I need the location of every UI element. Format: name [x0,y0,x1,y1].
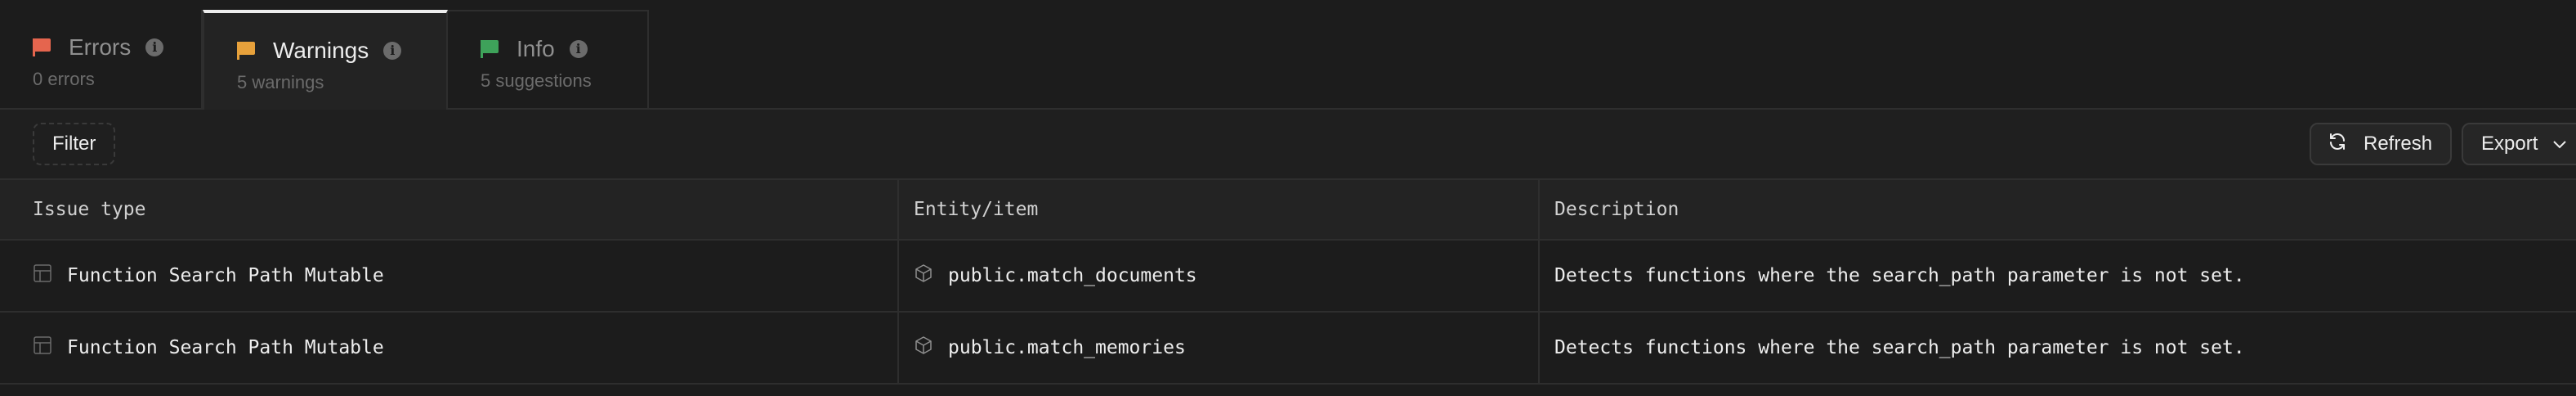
info-icon[interactable]: i [145,38,164,56]
chevron-down-icon [2552,133,2567,155]
issue-type-cell: Function Search Path Mutable [33,313,384,383]
tab-warnings-count: 5 warnings [237,72,324,92]
table-row[interactable]: Function Search Path Mutable public.matc… [0,313,2576,385]
tab-info-label: Info [517,36,555,61]
issue-type-cell: Function Search Path Mutable [33,241,384,311]
tab-info-count: 5 suggestions [481,70,592,91]
table-row[interactable]: Function Search Path Mutable public.matc… [0,241,2576,313]
tab-errors-label: Errors [69,34,132,60]
issues-table: Issue type Entity/item Description Funct… [0,180,2576,396]
issue-type-label: Function Search Path Mutable [67,265,384,286]
table-icon [33,263,52,288]
description-cell: Detects functions where the search_path … [1538,241,2245,311]
refresh-button[interactable]: Refresh [2310,123,2453,165]
tab-warnings[interactable]: Warnings i 5 warnings [203,10,448,111]
issue-type-label: Function Search Path Mutable [67,337,384,358]
export-label: Export [2481,133,2538,155]
red-flag-icon [33,38,51,56]
tab-errors-count: 0 errors [33,69,95,89]
info-icon[interactable]: i [569,40,588,58]
table-icon [33,335,52,360]
entity-cell: public.match_documents [897,241,1538,311]
advisor-tabs: Errors i 0 errors Warnings i 5 warnings … [0,0,2576,111]
cube-icon [914,335,933,360]
entity-label: public.match_documents [948,265,1197,286]
refresh-icon [2328,132,2347,157]
refresh-label: Refresh [2364,133,2433,155]
table-header-row: Issue type Entity/item Description [0,180,2576,241]
green-flag-icon [481,40,499,58]
cube-icon [914,263,933,288]
column-header-issue-type: Issue type [33,199,146,220]
description-cell: Detects functions where the search_path … [1538,313,2245,383]
entity-cell: public.match_memories [897,313,1538,383]
entity-label: public.match_memories [948,337,1186,358]
tab-errors[interactable]: Errors i 0 errors [0,10,203,110]
column-header-description: Description [1538,180,1679,239]
column-header-entity: Entity/item [897,180,1538,239]
export-button[interactable]: Export [2462,123,2576,165]
toolbar: Filter Refresh Export [0,110,2576,180]
orange-flag-icon [237,42,255,60]
tab-info[interactable]: Info i 5 suggestions [448,10,649,110]
filter-button[interactable]: Filter [33,123,116,165]
info-icon[interactable]: i [383,42,402,60]
tab-warnings-label: Warnings [273,38,369,63]
